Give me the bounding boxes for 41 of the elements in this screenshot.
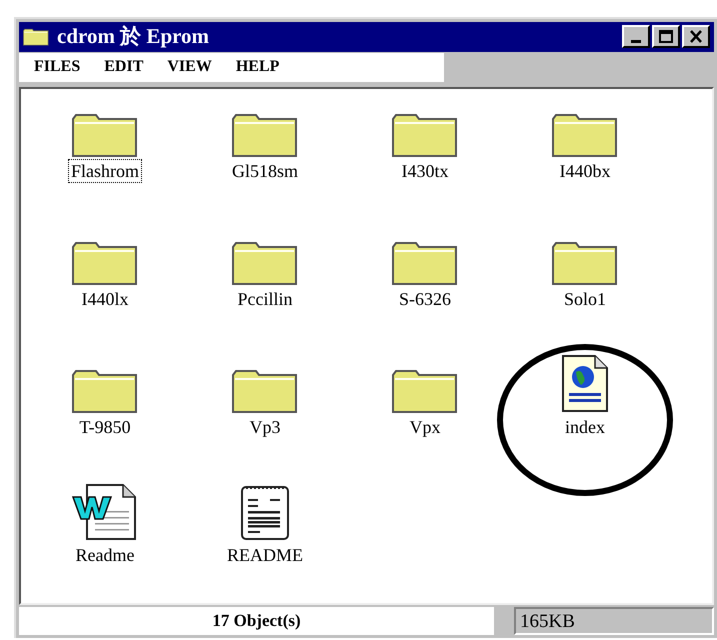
- window-title: cdrom 於 Eprom: [57, 26, 210, 48]
- folder-icon: [232, 241, 298, 286]
- file-label[interactable]: S-6326: [396, 287, 454, 312]
- folder-icon: [552, 113, 618, 158]
- menu-item[interactable]: VIEW: [167, 55, 212, 80]
- file-label[interactable]: I440bx: [556, 159, 614, 184]
- file-label[interactable]: Vpx: [406, 415, 444, 440]
- folder-icon: [72, 241, 138, 286]
- folder-icon: [392, 369, 458, 414]
- file-label[interactable]: README: [224, 543, 306, 568]
- file-label[interactable]: Vp3: [246, 415, 284, 440]
- folder-icon: [552, 241, 618, 286]
- object-count: 17 Object(s): [212, 610, 301, 632]
- minimize-icon: [631, 40, 641, 43]
- file-label[interactable]: T-9850: [76, 415, 134, 440]
- file-label[interactable]: I430tx: [398, 159, 452, 184]
- document-icon: [71, 483, 139, 542]
- file-label[interactable]: Pccillin: [234, 287, 296, 312]
- file-label[interactable]: I440lx: [78, 287, 132, 312]
- folder-icon: [72, 113, 138, 158]
- folder-icon: [72, 369, 138, 414]
- menu-item[interactable]: EDIT: [104, 55, 144, 80]
- menu-item[interactable]: HELP: [236, 55, 280, 80]
- web-page-icon: [559, 355, 611, 414]
- file-label[interactable]: index: [562, 415, 608, 440]
- file-label[interactable]: Gl518sm: [228, 159, 301, 184]
- maximize-button[interactable]: [652, 25, 680, 48]
- folder-icon: [23, 28, 49, 46]
- maximize-icon: [659, 30, 673, 44]
- folder-icon: [392, 241, 458, 286]
- minimize-button[interactable]: [622, 25, 650, 48]
- folder-icon: [232, 369, 298, 414]
- file-label[interactable]: Readme: [72, 543, 138, 568]
- file-label[interactable]: Solo1: [560, 287, 609, 312]
- folder-icon: [392, 113, 458, 158]
- file-label[interactable]: Flashrom: [68, 159, 142, 184]
- close-button[interactable]: [682, 25, 710, 48]
- close-icon: [689, 30, 703, 44]
- folder-icon: [232, 113, 298, 158]
- menu-item[interactable]: FILES: [34, 55, 80, 80]
- size-text: 165KB: [520, 612, 575, 631]
